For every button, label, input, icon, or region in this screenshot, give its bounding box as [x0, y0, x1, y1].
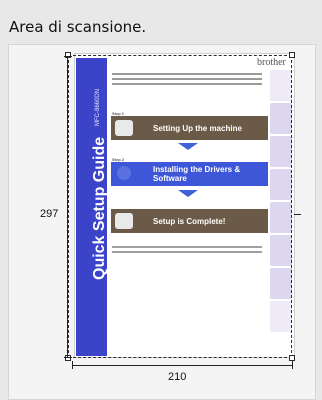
scan-area-selection[interactable]	[68, 55, 292, 358]
right-edge-marker	[294, 214, 301, 215]
height-ruler-tick-bottom	[64, 357, 72, 358]
height-ruler	[67, 56, 68, 357]
height-label: 297	[40, 208, 59, 220]
scan-area-handle-bottom-left[interactable]	[65, 355, 71, 361]
width-label: 210	[168, 371, 187, 383]
width-ruler-tick-right	[292, 361, 293, 369]
scan-area-title: Area di scansione.	[9, 18, 147, 36]
scan-area-handle-top-left[interactable]	[65, 52, 71, 58]
width-ruler	[72, 365, 293, 366]
height-ruler-tick-top	[64, 56, 72, 57]
scan-area-handle-top-right[interactable]	[289, 52, 295, 58]
